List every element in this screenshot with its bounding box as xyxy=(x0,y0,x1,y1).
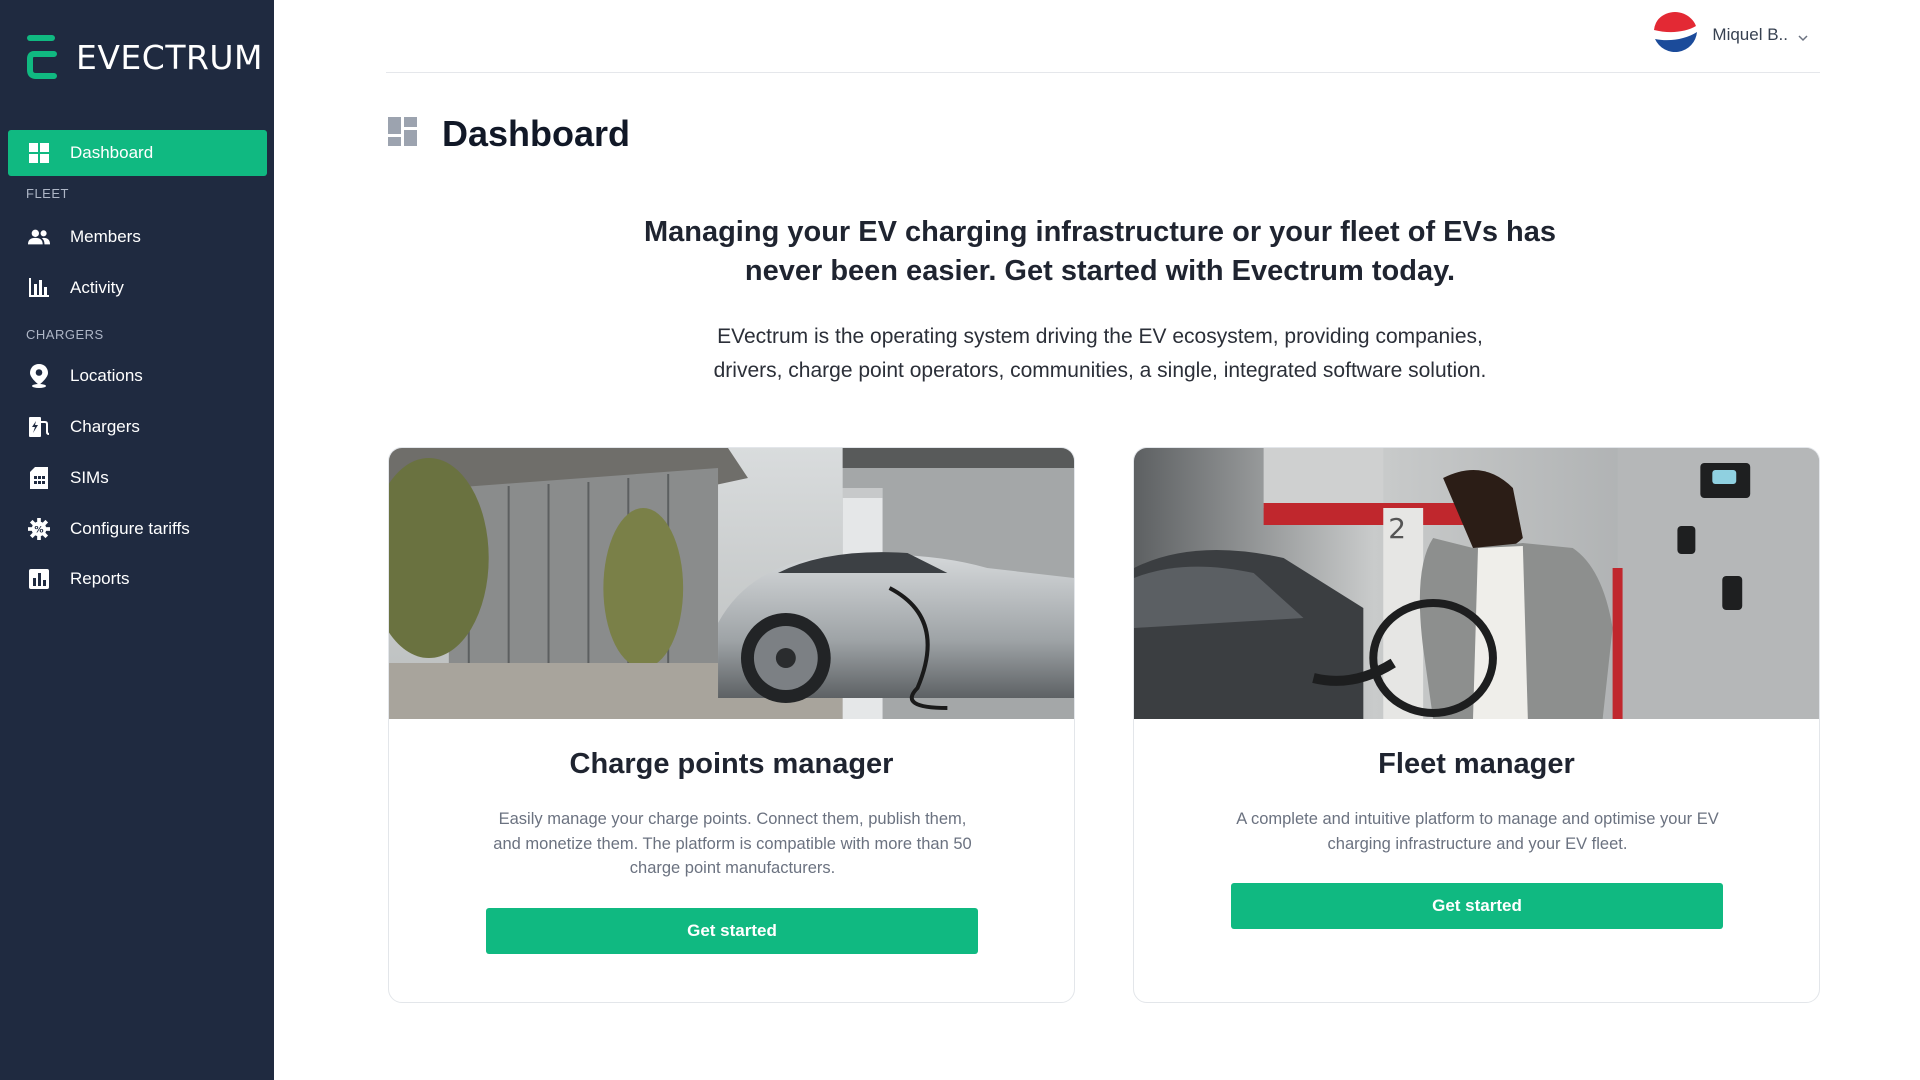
sidebar-item-reports[interactable]: Reports xyxy=(8,556,267,602)
sidebar-section-fleet: FLEET xyxy=(26,186,69,201)
activity-icon xyxy=(28,277,50,299)
hero-subtitle: EVectrum is the operating system driving… xyxy=(560,320,1640,388)
sidebar-item-configure-tariffs[interactable]: % Configure tariffs xyxy=(8,506,267,552)
card-description: Easily manage your charge points. Connec… xyxy=(493,810,972,877)
sidebar-item-label: SIMs xyxy=(70,468,109,487)
sidebar-item-members[interactable]: Members xyxy=(8,214,267,260)
hero-title-line: never been easier. Get started with Evec… xyxy=(744,255,1456,287)
top-bar: Miquel B.. xyxy=(386,0,1820,73)
user-name: Miquel B.. xyxy=(1712,25,1788,44)
charger-icon xyxy=(28,416,50,438)
page-header: Dashboard xyxy=(388,113,630,155)
sidebar-item-label: Chargers xyxy=(70,417,140,436)
chevron-down-icon xyxy=(1798,30,1808,42)
sidebar-item-sims[interactable]: SIMs xyxy=(8,455,267,501)
pepsi-logo-avatar xyxy=(1652,12,1699,58)
user-menu[interactable]: Miquel B.. xyxy=(1652,12,1808,58)
get-started-button[interactable]: Get started xyxy=(486,908,978,954)
brand-logo[interactable]: EVECTRUM xyxy=(26,34,263,80)
card-description: A complete and intuitive platform to man… xyxy=(1236,810,1719,853)
gear-icon: % xyxy=(28,518,50,540)
location-pin-icon xyxy=(28,364,50,388)
sim-icon xyxy=(28,467,50,489)
get-started-button[interactable]: Get started xyxy=(1231,883,1723,929)
sidebar-section-chargers: CHARGERS xyxy=(26,327,104,342)
sidebar-item-activity[interactable]: Activity xyxy=(8,265,267,311)
evectrum-logo-icon xyxy=(26,34,58,80)
ev-charging-car-image xyxy=(389,448,1074,719)
hero-subtitle-line: drivers, charge point operators, communi… xyxy=(713,359,1487,382)
svg-text:2: 2 xyxy=(1388,512,1406,545)
dashboard-icon xyxy=(28,142,50,164)
fleet-manager-card: 2 Fleet manager A complete and intuitive… xyxy=(1133,447,1820,1003)
dashboard-icon xyxy=(388,117,417,151)
fleet-charging-person-image: 2 xyxy=(1134,448,1819,719)
card-title: Fleet manager xyxy=(1378,748,1575,780)
charge-points-manager-card: Charge points manager Easily manage your… xyxy=(388,447,1075,1003)
hero-title: Managing your EV charging infrastructure… xyxy=(560,213,1640,291)
svg-text:%: % xyxy=(34,525,43,536)
sidebar-item-label: Reports xyxy=(70,569,130,588)
sidebar-item-label: Dashboard xyxy=(70,143,154,162)
card-title: Charge points manager xyxy=(569,748,894,780)
sidebar-item-locations[interactable]: Locations xyxy=(8,353,267,399)
sidebar-item-label: Members xyxy=(70,227,141,246)
hero-subtitle-line: EVectrum is the operating system driving… xyxy=(717,325,1483,348)
sidebar-item-dashboard[interactable]: Dashboard xyxy=(8,130,267,176)
reports-icon xyxy=(28,568,50,590)
page-title: Dashboard xyxy=(442,113,631,154)
brand-name: EVECTRUM xyxy=(76,37,264,77)
sidebar-item-label: Locations xyxy=(70,366,143,385)
sidebar-item-chargers[interactable]: Chargers xyxy=(8,404,267,450)
sidebar-item-label: Activity xyxy=(70,278,124,297)
members-icon xyxy=(28,226,50,248)
sidebar-item-label: Configure tariffs xyxy=(70,519,190,538)
hero-title-line: Managing your EV charging infrastructure… xyxy=(643,216,1557,248)
sidebar: EVECTRUM Dashboard FLEET Members Activit… xyxy=(0,0,274,1080)
